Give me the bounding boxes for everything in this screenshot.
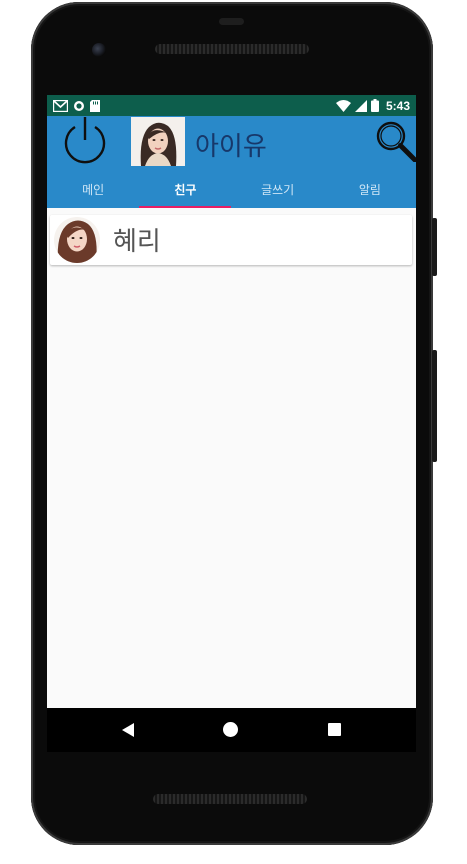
sd-card-icon [90, 99, 100, 112]
volume-side-button [432, 350, 437, 462]
top-speaker-grille [155, 44, 309, 54]
back-icon[interactable] [121, 722, 135, 738]
search-button[interactable] [375, 120, 416, 163]
power-button[interactable] [61, 116, 109, 166]
friend-avatar-photo [54, 217, 100, 263]
search-icon [376, 121, 416, 163]
tab-notifications[interactable]: 알림 [324, 173, 416, 208]
navigation-bar [47, 708, 416, 752]
wifi-icon [335, 99, 351, 112]
status-bar: 5:43 [47, 95, 416, 116]
app-bar: 아이유 메인 친구 글쓰기 알림 [47, 116, 416, 208]
sync-icon [74, 100, 84, 111]
gmail-icon [53, 99, 68, 112]
power-icon [64, 117, 106, 164]
status-time: 5:43 [385, 98, 410, 113]
signal-icon [354, 99, 367, 112]
tab-friends[interactable]: 친구 [139, 173, 231, 208]
recent-apps-icon[interactable] [328, 723, 341, 736]
screen: 5:43 아이유 메인 친구 글쓰기 알림 혜리 [47, 95, 416, 708]
friend-avatar [54, 217, 100, 263]
current-user-name: 아이유 [195, 132, 267, 162]
front-camera [92, 43, 106, 57]
tab-indicator [139, 206, 231, 208]
user-avatar-photo [131, 117, 185, 166]
user-avatar[interactable] [131, 117, 185, 166]
home-icon[interactable] [223, 722, 238, 737]
tab-write[interactable]: 글쓰기 [232, 173, 324, 208]
power-side-button [432, 218, 437, 276]
bottom-speaker-grille [153, 794, 307, 804]
friend-list-item[interactable]: 혜리 [50, 215, 412, 265]
battery-icon [370, 99, 379, 112]
earpiece [219, 18, 244, 25]
tab-bar: 메인 친구 글쓰기 알림 [47, 173, 416, 208]
friend-name: 혜리 [113, 227, 161, 257]
tab-main[interactable]: 메인 [47, 173, 139, 208]
